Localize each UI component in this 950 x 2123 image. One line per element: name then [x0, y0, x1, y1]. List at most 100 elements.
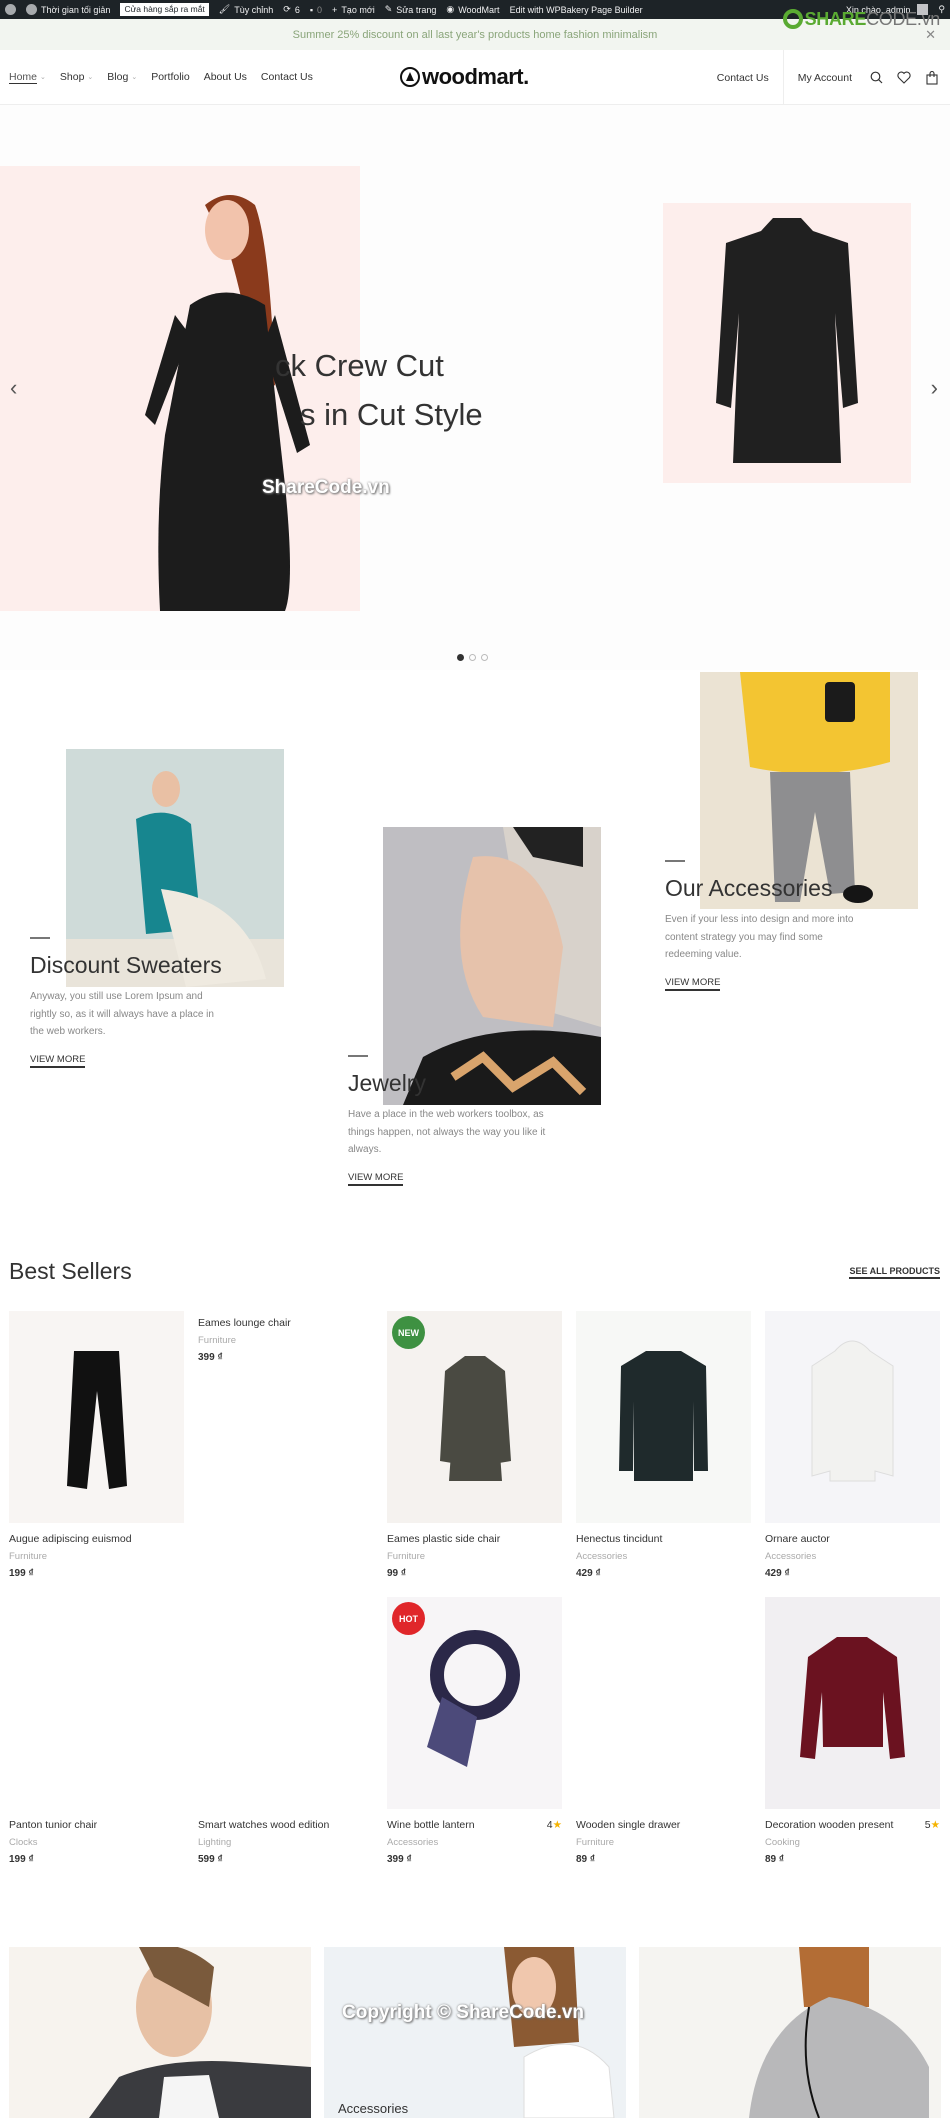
header-contact-link[interactable]: Contact Us — [717, 50, 784, 105]
product-name[interactable]: Eames plastic side chair — [387, 1533, 562, 1545]
product-category[interactable]: Furniture — [576, 1837, 751, 1848]
product-name-text[interactable]: Smart watches wood edition — [198, 1819, 329, 1831]
product-image[interactable] — [9, 1311, 184, 1523]
product-name-text[interactable]: Henectus tincidunt — [576, 1533, 662, 1545]
product-badge-new: NEW — [392, 1316, 425, 1349]
product-image[interactable] — [198, 1597, 373, 1809]
product-name[interactable]: Eames lounge chair — [198, 1317, 373, 1329]
accessories-image[interactable] — [700, 672, 918, 909]
product-name[interactable]: Decoration wooden present 5★ — [765, 1819, 940, 1831]
woman-sweater-image — [749, 1947, 929, 2119]
product-price: 99 ₫ — [387, 1568, 407, 1579]
customize-label: Tùy chỉnh — [234, 4, 274, 15]
woman-shirt-image — [504, 1947, 615, 2119]
comments-count: 0 — [317, 4, 323, 15]
product-category[interactable]: Cooking — [765, 1837, 940, 1848]
product-name-text[interactable]: Wooden single drawer — [576, 1819, 680, 1831]
slider-prev-arrow-icon[interactable]: ‹ — [10, 375, 17, 401]
admin-bar-updates[interactable]: ⟳ 6 — [278, 0, 305, 19]
view-more-link[interactable]: VIEW MORE — [665, 977, 721, 991]
product-card[interactable]: Smart watches wood edition Lighting 599 ₫ — [198, 1597, 373, 1865]
product-card[interactable]: Henectus tincidunt Accessories 429 ₫ — [576, 1311, 751, 1579]
product-image[interactable] — [576, 1597, 751, 1809]
admin-bar-new[interactable]: + Tạo mới — [327, 0, 380, 19]
product-category[interactable]: Accessories — [576, 1551, 751, 1562]
product-image[interactable]: NEW — [387, 1311, 562, 1523]
product-name[interactable]: Panton tunior chair — [9, 1819, 184, 1831]
bottom-banner-1[interactable] — [9, 1944, 311, 2118]
product-category[interactable]: Furniture — [198, 1335, 373, 1346]
man-hoodie-image — [89, 1944, 311, 2118]
product-name-text[interactable]: Ornare auctor — [765, 1533, 830, 1545]
site-header: Home ⌄ Shop ⌄ Blog ⌄ Portfolio About Us Con… — [0, 50, 950, 105]
product-name[interactable]: Augue adipiscing euismod — [9, 1533, 184, 1545]
product-card[interactable]: Panton tunior chair Clocks 199 ₫ — [9, 1597, 184, 1865]
product-name-text[interactable]: Wine bottle lantern — [387, 1819, 475, 1831]
site-logo[interactable]: woodmart. — [400, 64, 529, 90]
product-name[interactable]: Henectus tincidunt — [576, 1533, 751, 1545]
product-card[interactable]: HOT Wine bottle lantern 4★ Accessories 399 ₫ — [387, 1597, 562, 1865]
product-card[interactable]: Wooden single drawer Furniture 89 ₫ — [576, 1597, 751, 1865]
promo-text: Summer 25% discount on all last year's p… — [292, 28, 658, 41]
product-category[interactable]: Furniture — [9, 1551, 184, 1562]
product-image[interactable]: HOT — [387, 1597, 562, 1809]
nav-portfolio[interactable]: Portfolio — [151, 71, 198, 84]
nav-about[interactable]: About Us — [204, 71, 255, 84]
nav-shop[interactable]: Shop ⌄ — [60, 71, 101, 84]
product-card[interactable]: Eames lounge chair Furniture 399 ₫ — [198, 1311, 373, 1363]
nav-contact[interactable]: Contact Us — [261, 71, 321, 84]
slider-dot-3[interactable] — [481, 654, 488, 661]
admin-bar-site[interactable]: Thời gian tối giản — [21, 0, 115, 19]
brush-icon: 🖌 — [218, 4, 231, 14]
search-icon[interactable] — [862, 71, 890, 84]
product-name-text[interactable]: Decoration wooden present — [765, 1819, 893, 1831]
product-image[interactable] — [765, 1597, 940, 1809]
slider-dot-1[interactable] — [457, 654, 464, 661]
dashboard-icon — [26, 4, 37, 15]
cart-bag-icon[interactable] — [918, 70, 946, 85]
product-card[interactable]: NEW Eames plastic side chair Furniture 99 ₫ — [387, 1311, 562, 1579]
admin-bar-customize[interactable]: 🖌 Tùy chỉnh — [214, 0, 278, 19]
admin-bar-wordpress[interactable] — [0, 0, 21, 19]
see-all-products-link[interactable]: SEE ALL PRODUCTS — [849, 1266, 940, 1279]
product-category[interactable]: Furniture — [387, 1551, 562, 1562]
slider-dot-2[interactable] — [469, 654, 476, 661]
admin-bar-comments[interactable]: ▪ 0 — [305, 0, 327, 19]
product-name-text[interactable]: Eames plastic side chair — [387, 1533, 500, 1545]
product-category[interactable]: Clocks — [9, 1837, 184, 1848]
nav-home[interactable]: Home ⌄ — [9, 71, 54, 84]
product-category[interactable]: Lighting — [198, 1837, 373, 1848]
admin-bar-store-status[interactable]: Cửa hàng sắp ra mắt — [115, 0, 213, 19]
my-account-link[interactable]: My Account — [784, 72, 852, 84]
watermark-brand: SHARE — [804, 9, 867, 29]
comment-icon: ▪ — [309, 4, 314, 15]
product-card[interactable]: Augue adipiscing euismod Furniture 199 ₫ — [9, 1311, 184, 1579]
product-name[interactable]: Wine bottle lantern 4★ — [387, 1819, 562, 1831]
view-more-link[interactable]: VIEW MORE — [30, 1054, 86, 1068]
product-name[interactable]: Smart watches wood edition — [198, 1819, 373, 1831]
bottom-banner-accessories[interactable]: Copyright © ShareCode.vn Accessories — [324, 1947, 626, 2119]
bottom-banner-3[interactable] — [639, 1947, 941, 2119]
product-name-text[interactable]: Panton tunior chair — [9, 1819, 97, 1831]
product-name-text[interactable]: Augue adipiscing euismod — [9, 1533, 132, 1545]
product-name[interactable]: Wooden single drawer — [576, 1819, 751, 1831]
admin-bar-wpbakery[interactable]: Edit with WPBakery Page Builder — [505, 0, 648, 19]
product-category[interactable]: Accessories — [765, 1551, 940, 1562]
admin-bar-edit-page[interactable]: ✎ Sửa trang — [380, 0, 442, 19]
product-card[interactable]: Decoration wooden present 5★ Cooking 89 ₫ — [765, 1597, 940, 1865]
product-image[interactable] — [765, 1311, 940, 1523]
product-image[interactable] — [9, 1597, 184, 1809]
admin-bar-woodmart[interactable]: ◉ WoodMart — [441, 0, 504, 19]
jewelry-image[interactable] — [383, 827, 601, 1105]
slider-next-arrow-icon[interactable]: › — [931, 375, 938, 401]
product-badge-hot: HOT — [392, 1602, 425, 1635]
sharecode-watermark: ShareCode.vn — [262, 477, 390, 498]
product-category[interactable]: Accessories — [387, 1837, 562, 1848]
product-card[interactable]: Ornare auctor Accessories 429 ₫ — [765, 1311, 940, 1579]
nav-blog[interactable]: Blog ⌄ — [107, 71, 145, 84]
view-more-link[interactable]: VIEW MORE — [348, 1172, 404, 1186]
product-name[interactable]: Ornare auctor — [765, 1533, 940, 1545]
wishlist-heart-icon[interactable] — [890, 71, 918, 84]
product-image[interactable] — [576, 1311, 751, 1523]
store-status-badge: Cửa hàng sắp ra mắt — [120, 3, 209, 16]
